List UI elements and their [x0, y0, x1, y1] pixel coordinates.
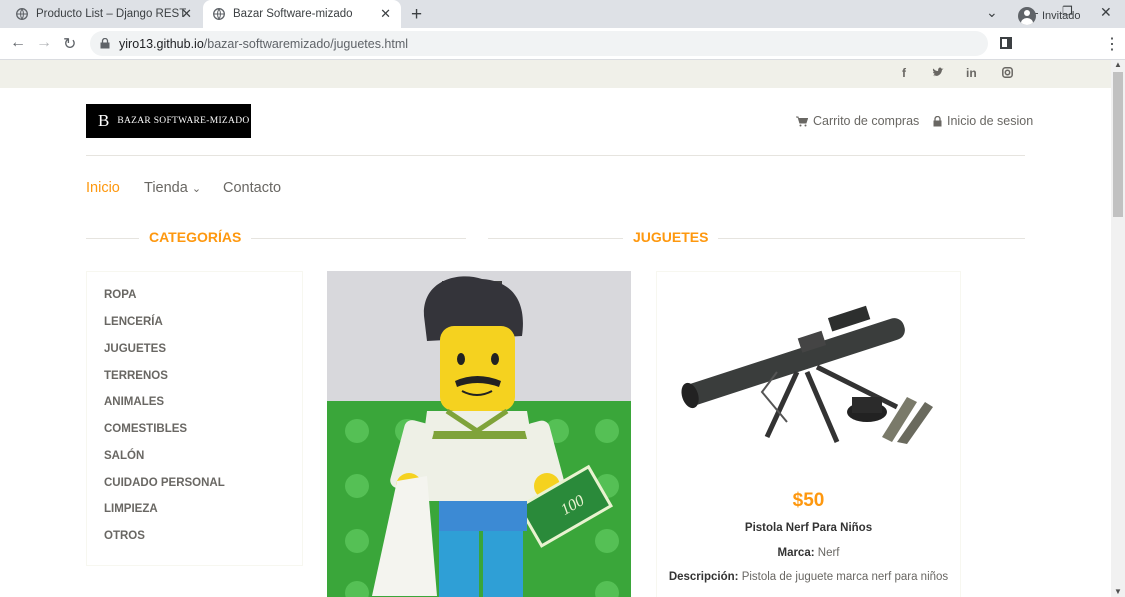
- nav-contact[interactable]: Contacto: [223, 180, 281, 196]
- category-item[interactable]: CUIDADO PERSONAL: [104, 477, 225, 489]
- description-label: Descripción:: [668, 571, 739, 583]
- login-link[interactable]: Inicio de sesion: [933, 114, 1033, 128]
- browser-tab-bazar[interactable]: Bazar Software-mizado ✕: [203, 0, 401, 28]
- close-icon[interactable]: ✕: [181, 6, 192, 22]
- product-image: 100: [327, 271, 631, 597]
- category-item[interactable]: LIMPIEZA: [104, 503, 158, 515]
- url-path: /bazar-softwaremizado/juguetes.html: [203, 36, 409, 51]
- products-title: JUGUETES: [623, 229, 719, 245]
- new-tab-icon[interactable]: +: [411, 4, 422, 26]
- avatar: [1018, 7, 1036, 25]
- product-card[interactable]: 100: [327, 271, 631, 597]
- lock-icon: [933, 115, 942, 126]
- brand-label: Marca:: [777, 547, 815, 559]
- browser-tab-producto-list[interactable]: Producto List – Django REST fram ✕: [6, 0, 202, 28]
- url-input[interactable]: yiro13.github.io/bazar-softwaremizado/ju…: [90, 31, 988, 56]
- category-item[interactable]: JUGUETES: [104, 343, 166, 355]
- scroll-down-icon[interactable]: ▼: [1114, 587, 1122, 596]
- chevron-down-icon: ⌄: [191, 183, 202, 195]
- product-name[interactable]: Pistola Nerf Para Niños: [657, 522, 960, 534]
- address-bar-row: ← → ↻ yiro13.github.io/bazar-softwaremiz…: [0, 28, 1125, 60]
- profile-label: Invitado: [1042, 10, 1081, 22]
- product-price: $50: [792, 490, 825, 511]
- product-image: [657, 272, 960, 472]
- page: f in B BAZAR SOFTWARE-MIZADO Carrito de …: [0, 60, 1111, 597]
- profile-button[interactable]: Invitado: [1018, 4, 1081, 28]
- category-item[interactable]: COMESTIBLES: [104, 423, 187, 435]
- side-panel-icon[interactable]: [1000, 37, 1012, 49]
- category-item[interactable]: ROPA: [104, 289, 136, 301]
- divider: [488, 238, 1025, 239]
- nav-shop[interactable]: Tienda ⌄: [144, 180, 201, 196]
- chevron-down-icon[interactable]: ⌄: [986, 4, 998, 21]
- cart-link[interactable]: Carrito de compras: [796, 114, 919, 128]
- facebook-icon[interactable]: f: [902, 66, 906, 80]
- divider: [86, 155, 1025, 156]
- cart-label: Carrito de compras: [813, 114, 920, 128]
- logo-text: BAZAR SOFTWARE-MIZADO: [117, 116, 250, 126]
- description-value: Pistola de juguete marca nerf para niños: [741, 571, 949, 583]
- category-item[interactable]: SALÓN: [104, 450, 144, 462]
- close-icon[interactable]: ✕: [380, 6, 391, 22]
- reload-icon[interactable]: ↻: [63, 34, 76, 54]
- logo-letter: B: [98, 111, 110, 130]
- forward-icon[interactable]: →: [36, 34, 52, 52]
- login-label: Inicio de sesion: [947, 114, 1034, 128]
- nav-shop-label: Tienda: [144, 180, 188, 196]
- twitter-icon[interactable]: [932, 67, 944, 78]
- window-close-icon[interactable]: ✕: [1100, 4, 1112, 21]
- page-scrollbar[interactable]: ▲ ▼: [1111, 60, 1125, 597]
- scrollbar-thumb[interactable]: [1113, 72, 1123, 217]
- back-icon[interactable]: ←: [10, 34, 26, 52]
- cart-icon: [796, 116, 808, 126]
- url-host: yiro13.github.io: [119, 36, 204, 51]
- lock-icon: [100, 38, 110, 49]
- nav-home[interactable]: Inicio: [86, 180, 120, 196]
- menu-icon[interactable]: ⋮: [1104, 34, 1120, 54]
- linkedin-icon[interactable]: in: [966, 66, 977, 80]
- tab-title: Producto List – Django REST fram: [36, 8, 186, 20]
- social-strip: f in: [0, 60, 1111, 88]
- site-logo[interactable]: B BAZAR SOFTWARE-MIZADO: [86, 104, 251, 138]
- categories-title: CATEGORÍAS: [139, 229, 252, 245]
- product-description: Descripción: Pistola de juguete marca ne…: [657, 571, 960, 583]
- brand-value: Nerf: [817, 547, 840, 559]
- scroll-up-icon[interactable]: ▲: [1114, 60, 1122, 69]
- globe-icon: [16, 8, 28, 20]
- category-item[interactable]: TERRENOS: [104, 370, 168, 382]
- tab-title: Bazar Software-mizado: [233, 8, 353, 20]
- browser-tab-bar: Producto List – Django REST fram ✕ Bazar…: [0, 0, 1125, 28]
- instagram-icon[interactable]: [1002, 67, 1013, 78]
- product-card[interactable]: $50 Pistola Nerf Para Niños Marca: Nerf …: [656, 271, 961, 597]
- globe-icon: [213, 8, 225, 20]
- category-item[interactable]: ANIMALES: [104, 396, 164, 408]
- category-item[interactable]: LENCERÍA: [104, 316, 163, 328]
- product-brand: Marca: Nerf: [657, 547, 960, 559]
- categories-panel: ROPA LENCERÍA JUGUETES TERRENOS ANIMALES…: [86, 271, 303, 566]
- category-item[interactable]: OTROS: [104, 530, 145, 542]
